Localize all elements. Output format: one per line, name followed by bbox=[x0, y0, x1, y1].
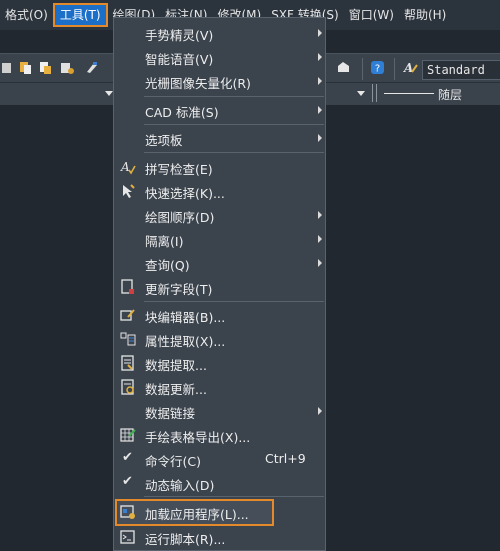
block-editor-icon bbox=[120, 309, 135, 321]
menu-item-spell-check[interactable]: A 拼写检查(E) bbox=[114, 155, 325, 179]
chevron-right-icon bbox=[318, 106, 322, 114]
chevron-right-icon bbox=[318, 259, 322, 267]
menu-item-inquiry[interactable]: 查询(Q) bbox=[114, 251, 325, 275]
toolbar-divider bbox=[372, 84, 373, 102]
menu-item-command-line[interactable]: ✔ 命令行(C) Ctrl+9 bbox=[114, 447, 325, 471]
toolbar-divider bbox=[362, 58, 363, 80]
menu-item-label: 光栅图像矢量化(R) bbox=[145, 76, 251, 91]
menu-item-label: 选项板 bbox=[145, 133, 183, 148]
menu-item-quick-select[interactable]: 快速选择(K)... bbox=[114, 179, 325, 203]
menu-item-label: 动态输入(D) bbox=[145, 478, 215, 493]
menu-item-label: 运行脚本(R)... bbox=[145, 532, 226, 547]
menu-separator bbox=[144, 152, 324, 153]
check-icon: ✔ bbox=[122, 474, 133, 489]
help-icon[interactable]: ? bbox=[370, 60, 385, 75]
menu-item-update-field[interactable]: 更新字段(T) bbox=[114, 275, 325, 299]
chevron-right-icon bbox=[318, 53, 322, 61]
menu-item-run-script[interactable]: 运行脚本(R)... bbox=[114, 525, 325, 549]
linetype-select[interactable]: 随层 bbox=[438, 86, 462, 103]
chevron-right-icon bbox=[318, 407, 322, 415]
chevron-right-icon bbox=[318, 29, 322, 37]
menu-item-vectorize[interactable]: 光栅图像矢量化(R) bbox=[114, 69, 325, 93]
menu-separator bbox=[144, 496, 324, 497]
menu-item-gesture[interactable]: 手势精灵(V) bbox=[114, 21, 325, 45]
menu-item-label: 属性提取(X)... bbox=[145, 334, 226, 349]
chevron-down-icon[interactable] bbox=[105, 91, 113, 96]
menu-item-label: 块编辑器(B)... bbox=[145, 310, 226, 325]
menu-item-label: 智能语音(V) bbox=[145, 52, 214, 67]
svg-text:A: A bbox=[403, 61, 413, 75]
menu-item-table-export[interactable]: 手绘表格导出(X)... bbox=[114, 423, 325, 447]
copy-clip-icon[interactable] bbox=[18, 60, 33, 75]
chevron-right-icon bbox=[318, 211, 322, 219]
menu-item-label: 数据提取... bbox=[145, 358, 207, 373]
menu-separator bbox=[144, 301, 324, 302]
linetype-sample bbox=[384, 93, 434, 94]
menu-separator bbox=[144, 124, 324, 125]
menu-item-isolate[interactable]: 隔离(I) bbox=[114, 227, 325, 251]
text-style-icon: A bbox=[403, 61, 418, 75]
shortcut-label: Ctrl+9 bbox=[265, 451, 306, 466]
spell-check-icon: A bbox=[120, 160, 136, 175]
layer-state-icon[interactable] bbox=[336, 60, 351, 75]
chevron-down-icon[interactable] bbox=[357, 91, 365, 96]
menu-item-label: 拼写检查(E) bbox=[145, 162, 213, 177]
quick-select-icon bbox=[123, 184, 135, 198]
menu-item-cad-standard[interactable]: CAD 标准(S) bbox=[114, 98, 325, 122]
menu-item-label: 数据链接 bbox=[145, 406, 196, 421]
run-script-icon bbox=[120, 530, 135, 544]
menu-item-data-update[interactable]: 数据更新... bbox=[114, 375, 325, 399]
match-properties-icon[interactable] bbox=[0, 60, 15, 75]
chevron-right-icon bbox=[318, 77, 322, 85]
menu-item-voice[interactable]: 智能语音(V) bbox=[114, 45, 325, 69]
paste-icon[interactable] bbox=[38, 60, 53, 75]
menu-item-label: 隔离(I) bbox=[145, 234, 184, 249]
tools-dropdown-menu: 手势精灵(V) 智能语音(V) 光栅图像矢量化(R) CAD 标准(S) 选项板… bbox=[113, 17, 326, 551]
svg-text:A: A bbox=[120, 160, 130, 174]
menu-item-load-app[interactable]: 加载应用程序(L)... bbox=[114, 500, 325, 524]
svg-text:?: ? bbox=[375, 64, 380, 75]
menu-item-draw-order[interactable]: 绘图顺序(D) bbox=[114, 203, 325, 227]
menu-item-label: CAD 标准(S) bbox=[145, 105, 219, 120]
menu-item-label: 快速选择(K)... bbox=[145, 186, 225, 201]
brush-icon[interactable] bbox=[84, 60, 99, 75]
menu-separator bbox=[144, 96, 324, 97]
menu-item-label: 手势精灵(V) bbox=[145, 28, 214, 43]
menu-item-palettes[interactable]: 选项板 bbox=[114, 126, 325, 150]
table-export-icon bbox=[120, 428, 136, 442]
menu-item-block-editor[interactable]: 块编辑器(B)... bbox=[114, 303, 325, 327]
toolbar-divider bbox=[394, 58, 395, 80]
menu-item-label: 更新字段(T) bbox=[145, 282, 213, 297]
update-field-icon bbox=[121, 279, 134, 294]
text-style-select[interactable]: Standard bbox=[422, 60, 500, 80]
menu-tools[interactable]: 工具(T) bbox=[52, 3, 108, 27]
menu-item-label: 命令行(C) bbox=[145, 454, 201, 469]
menu-item-attribute-extract[interactable]: 属性提取(X)... bbox=[114, 327, 325, 351]
menu-item-data-link[interactable]: 数据链接 bbox=[114, 399, 325, 423]
data-update-icon bbox=[121, 379, 134, 395]
chevron-right-icon bbox=[318, 235, 322, 243]
paste-special-icon[interactable] bbox=[60, 60, 75, 75]
menu-help[interactable]: 帮助(H) bbox=[399, 3, 451, 27]
menu-format[interactable]: 格式(O) bbox=[0, 3, 53, 27]
menu-item-dynamic-input[interactable]: ✔ 动态输入(D) bbox=[114, 471, 325, 495]
menu-item-label: 手绘表格导出(X)... bbox=[145, 430, 251, 445]
menu-item-label: 加载应用程序(L)... bbox=[145, 507, 249, 522]
check-icon: ✔ bbox=[122, 450, 133, 465]
attribute-extract-icon bbox=[120, 332, 136, 346]
menu-window[interactable]: 窗口(W) bbox=[344, 3, 399, 27]
menu-item-label: 查询(Q) bbox=[145, 258, 190, 273]
load-app-icon bbox=[120, 505, 135, 519]
menu-item-label: 数据更新... bbox=[145, 382, 207, 397]
toolbar-divider bbox=[376, 84, 377, 102]
data-extract-icon bbox=[121, 355, 134, 371]
menu-item-data-extract[interactable]: 数据提取... bbox=[114, 351, 325, 375]
menu-item-label: 绘图顺序(D) bbox=[145, 210, 215, 225]
chevron-right-icon bbox=[318, 134, 322, 142]
